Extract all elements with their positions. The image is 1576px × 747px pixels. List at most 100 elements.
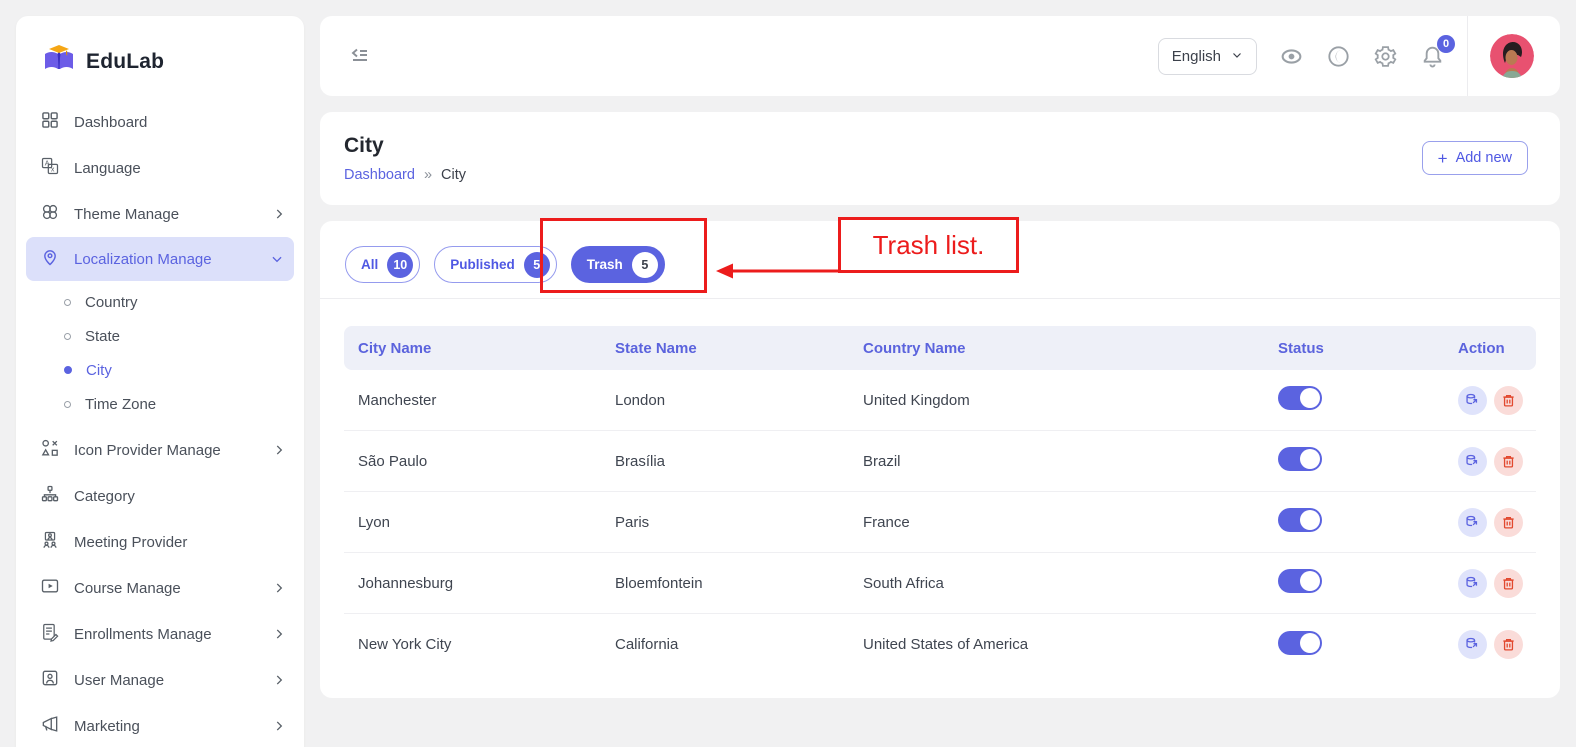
table-header-row: City Name State Name Country Name Status… xyxy=(344,326,1536,370)
dashboard-icon xyxy=(40,110,60,134)
tabs-divider xyxy=(320,298,1560,299)
settings-gear-icon[interactable] xyxy=(1373,44,1398,69)
table-row: São Paulo Brasília Brazil xyxy=(344,431,1536,492)
sidebar-item-meeting-provider[interactable]: Meeting Provider xyxy=(16,519,304,565)
tab-count-badge: 10 xyxy=(387,252,413,278)
topbar-divider xyxy=(1467,16,1468,96)
tab-label: Trash xyxy=(587,257,623,272)
sidebar-item-language[interactable]: A x Language xyxy=(16,145,304,191)
delete-button[interactable] xyxy=(1494,447,1523,476)
topbar: English xyxy=(320,16,1560,96)
cell-state-name: Brasília xyxy=(601,453,849,470)
cell-country-name: United Kingdom xyxy=(849,392,1264,409)
notifications-bell-icon[interactable]: 0 xyxy=(1420,44,1445,69)
sidebar-subitem-label: City xyxy=(86,362,112,379)
restore-button[interactable] xyxy=(1458,630,1487,659)
sidebar-item-course-manage[interactable]: Course Manage xyxy=(16,565,304,611)
add-new-label: Add new xyxy=(1456,150,1512,166)
table-row: Johannesburg Bloemfontein South Africa xyxy=(344,553,1536,614)
cell-city-name: Lyon xyxy=(344,514,601,531)
language-selected-label: English xyxy=(1172,48,1221,65)
map-pin-icon xyxy=(40,247,60,271)
sidebar-item-theme-manage[interactable]: Theme Manage xyxy=(16,191,304,237)
shapes-icon xyxy=(40,438,60,462)
sidebar-item-dashboard[interactable]: Dashboard xyxy=(16,99,304,145)
tab-trash[interactable]: Trash 5 xyxy=(571,246,665,283)
restore-button[interactable] xyxy=(1458,386,1487,415)
sidebar: EduLab Dashboard A x xyxy=(16,16,304,747)
chevron-right-icon xyxy=(272,627,286,641)
content-card: All 10 Published 5 Trash 5 City Name Sta… xyxy=(320,221,1560,698)
tab-label: All xyxy=(361,257,378,272)
plus-icon: + xyxy=(1438,150,1448,167)
delete-button[interactable] xyxy=(1494,569,1523,598)
status-toggle[interactable] xyxy=(1278,569,1322,593)
sidebar-item-category[interactable]: Category xyxy=(16,473,304,519)
page-title: City xyxy=(344,134,1528,158)
chevron-down-icon xyxy=(1231,48,1243,65)
page-root: EduLab Dashboard A x xyxy=(0,0,1576,747)
restore-button[interactable] xyxy=(1458,447,1487,476)
annotation-callout: Trash list. xyxy=(838,217,1019,273)
logo[interactable]: EduLab xyxy=(16,16,304,99)
restore-button[interactable] xyxy=(1458,508,1487,537)
hierarchy-icon xyxy=(40,484,60,508)
delete-button[interactable] xyxy=(1494,508,1523,537)
chevron-right-icon xyxy=(272,673,286,687)
sidebar-item-marketing[interactable]: Marketing xyxy=(16,703,304,747)
user-avatar[interactable] xyxy=(1490,34,1534,78)
sidebar-collapse-icon[interactable] xyxy=(348,44,372,68)
language-dropdown[interactable]: English xyxy=(1158,38,1257,75)
bullet-icon xyxy=(64,333,71,340)
breadcrumb-dashboard-link[interactable]: Dashboard xyxy=(344,167,415,183)
cell-city-name: Manchester xyxy=(344,392,601,409)
cell-country-name: France xyxy=(849,514,1264,531)
table-row: Lyon Paris France xyxy=(344,492,1536,553)
cell-state-name: Bloemfontein xyxy=(601,575,849,592)
sidebar-subitem-country[interactable]: Country xyxy=(16,285,304,319)
sidebar-item-enrollments-manage[interactable]: Enrollments Manage xyxy=(16,611,304,657)
status-toggle[interactable] xyxy=(1278,447,1322,471)
sidebar-subitem-time-zone[interactable]: Time Zone xyxy=(16,387,304,421)
translate-icon: A x xyxy=(40,156,60,180)
megaphone-icon xyxy=(40,714,60,738)
tab-all[interactable]: All 10 xyxy=(345,246,420,283)
sidebar-item-localization-manage[interactable]: Localization Manage xyxy=(26,237,294,281)
chevron-right-icon xyxy=(272,207,286,221)
trash-icon xyxy=(1501,637,1516,652)
sidebar-item-label: Meeting Provider xyxy=(74,534,286,551)
trash-icon xyxy=(1501,393,1516,408)
sidebar-item-label: Enrollments Manage xyxy=(74,626,258,643)
sidebar-subitem-state[interactable]: State xyxy=(16,319,304,353)
sidebar-item-icon-provider-manage[interactable]: Icon Provider Manage xyxy=(16,427,304,473)
delete-button[interactable] xyxy=(1494,386,1523,415)
cell-city-name: São Paulo xyxy=(344,453,601,470)
delete-button[interactable] xyxy=(1494,630,1523,659)
restore-icon xyxy=(1465,393,1480,408)
sidebar-subitem-label: Time Zone xyxy=(85,396,156,413)
svg-text:x: x xyxy=(51,166,55,174)
cell-state-name: Paris xyxy=(601,514,849,531)
dark-mode-moon-icon[interactable] xyxy=(1326,44,1351,69)
sidebar-item-label: Dashboard xyxy=(74,114,286,131)
status-toggle[interactable] xyxy=(1278,631,1322,655)
column-header-city-name: City Name xyxy=(344,340,601,357)
bullet-icon xyxy=(64,401,71,408)
chevron-right-icon xyxy=(272,581,286,595)
visibility-eye-icon[interactable] xyxy=(1279,44,1304,69)
tab-count-badge: 5 xyxy=(524,252,550,278)
add-new-button[interactable]: + Add new xyxy=(1422,141,1528,175)
document-pen-icon xyxy=(40,622,60,646)
sidebar-item-user-manage[interactable]: User Manage xyxy=(16,657,304,703)
meeting-people-icon xyxy=(40,530,60,554)
sidebar-item-label: User Manage xyxy=(74,672,258,689)
tab-published[interactable]: Published 5 xyxy=(434,246,557,283)
status-toggle[interactable] xyxy=(1278,508,1322,532)
status-toggle[interactable] xyxy=(1278,386,1322,410)
bullet-icon xyxy=(64,299,71,306)
restore-button[interactable] xyxy=(1458,569,1487,598)
city-table: City Name State Name Country Name Status… xyxy=(344,326,1536,675)
restore-icon xyxy=(1465,576,1480,591)
sidebar-subitem-city[interactable]: City xyxy=(16,353,304,387)
table-row: New York City California United States o… xyxy=(344,614,1536,675)
